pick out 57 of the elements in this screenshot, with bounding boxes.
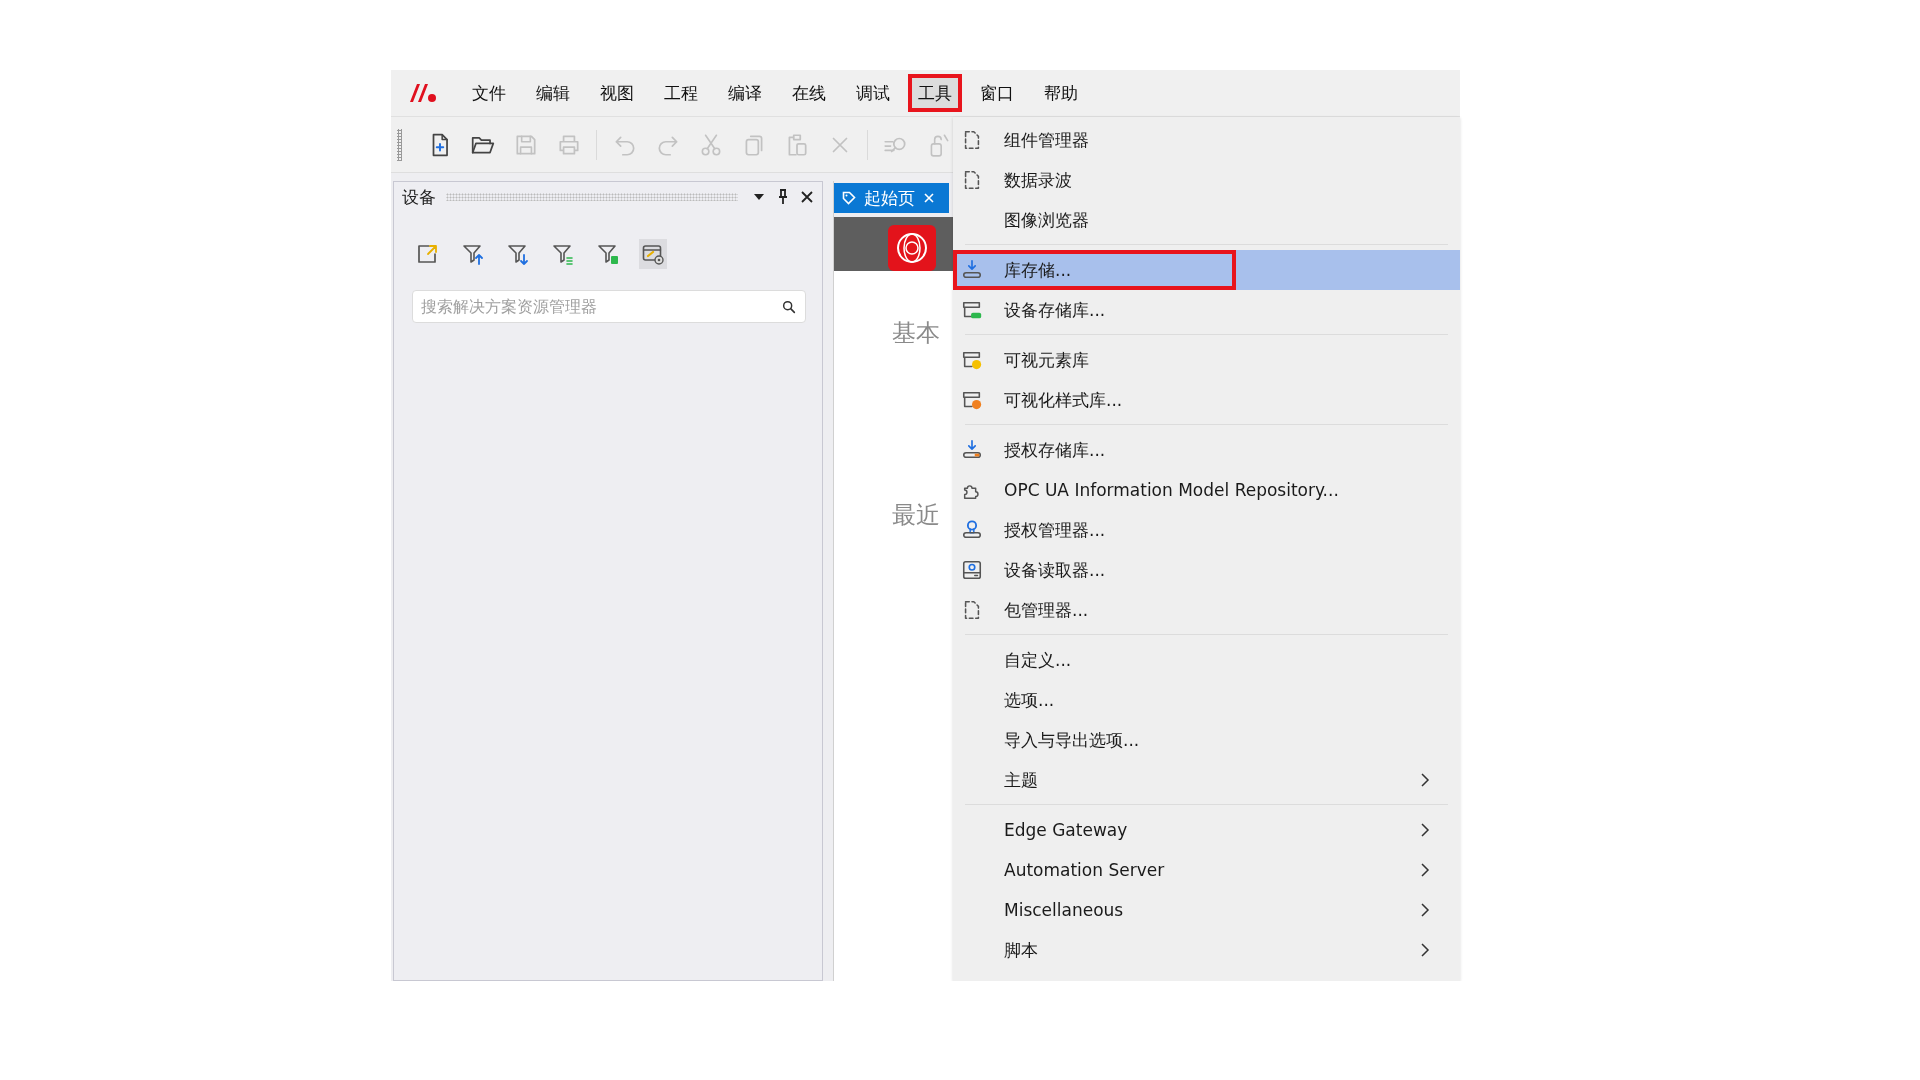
card-reader-icon <box>961 559 983 581</box>
menu-title[interactable]: 编辑 <box>528 76 578 110</box>
menu-item[interactable]: 设备读取器... <box>953 550 1460 590</box>
storage-icon <box>961 349 983 371</box>
section-heading: 最近 <box>892 500 940 531</box>
search-icon <box>781 299 797 315</box>
menu-item[interactable]: 导入与导出选项... <box>953 720 1460 760</box>
toolbar-grip[interactable] <box>397 128 402 161</box>
menu-title[interactable]: 工具 <box>908 74 962 112</box>
stamp-icon <box>961 519 983 541</box>
menu-item[interactable]: 选项... <box>953 680 1460 720</box>
menu-item[interactable]: 组件管理器 <box>953 120 1460 160</box>
app-logo-icon <box>888 225 936 271</box>
menu-item[interactable]: OPC UA Information Model Repository... <box>953 470 1460 510</box>
close-icon[interactable] <box>800 190 814 204</box>
menu-title[interactable]: 视图 <box>592 76 642 110</box>
tag-icon <box>842 191 856 205</box>
menu-item[interactable]: 可视化样式库... <box>953 380 1460 420</box>
highlight-frame: 库存储... <box>953 250 1236 290</box>
menu-item[interactable]: 授权管理器... <box>953 510 1460 550</box>
card-gear-icon <box>641 242 665 266</box>
tool-button[interactable] <box>639 239 667 269</box>
storage-icon <box>961 389 983 411</box>
menu-title[interactable]: 窗口 <box>972 76 1022 110</box>
menu-item[interactable]: 可视元素库 <box>953 340 1460 380</box>
section-heading: 基本 <box>892 318 940 349</box>
menu-title[interactable]: 调试 <box>848 76 898 110</box>
menu-title[interactable]: 工程 <box>656 76 706 110</box>
filter-list-icon[interactable] <box>551 242 575 266</box>
pin-icon[interactable] <box>776 189 790 205</box>
menu-title[interactable]: 编译 <box>720 76 770 110</box>
menu-item[interactable]: 包管理器... <box>953 590 1460 630</box>
filter-arrow-icon[interactable] <box>461 242 485 266</box>
menu-item[interactable]: Edge Gateway <box>953 810 1460 850</box>
filter-grid-icon[interactable] <box>596 242 620 266</box>
export-icon[interactable] <box>416 242 440 266</box>
menu-item[interactable]: 脚本 <box>953 930 1460 970</box>
storage-icon <box>961 299 983 321</box>
menu-item[interactable]: 自定义... <box>953 640 1460 680</box>
menu-item[interactable]: Miscellaneous <box>953 890 1460 930</box>
menu-item[interactable]: 库存储... <box>953 250 1460 290</box>
menu-title[interactable]: 帮助 <box>1036 76 1086 110</box>
download-tray-icon <box>961 259 983 281</box>
menu-title[interactable]: 在线 <box>784 76 834 110</box>
logo-icon <box>408 82 438 104</box>
menu-item[interactable]: 设备存储库... <box>953 290 1460 330</box>
tab[interactable]: 起始页 <box>834 183 949 213</box>
panel-title: 设备 <box>402 185 436 209</box>
menu-item[interactable]: 授权存储库... <box>953 430 1460 470</box>
search-field[interactable]: 搜索解决方案资源管理器 <box>412 290 806 323</box>
download-tray-icon <box>961 439 983 461</box>
filter-arrow-icon[interactable] <box>506 242 530 266</box>
menu-title[interactable]: 文件 <box>464 76 514 110</box>
menu-item[interactable]: 主题 <box>953 760 1460 800</box>
menu-item[interactable]: Automation Server <box>953 850 1460 890</box>
menu-item[interactable]: 图像浏览器 <box>953 200 1460 240</box>
menu-item[interactable]: 数据录波 <box>953 160 1460 200</box>
